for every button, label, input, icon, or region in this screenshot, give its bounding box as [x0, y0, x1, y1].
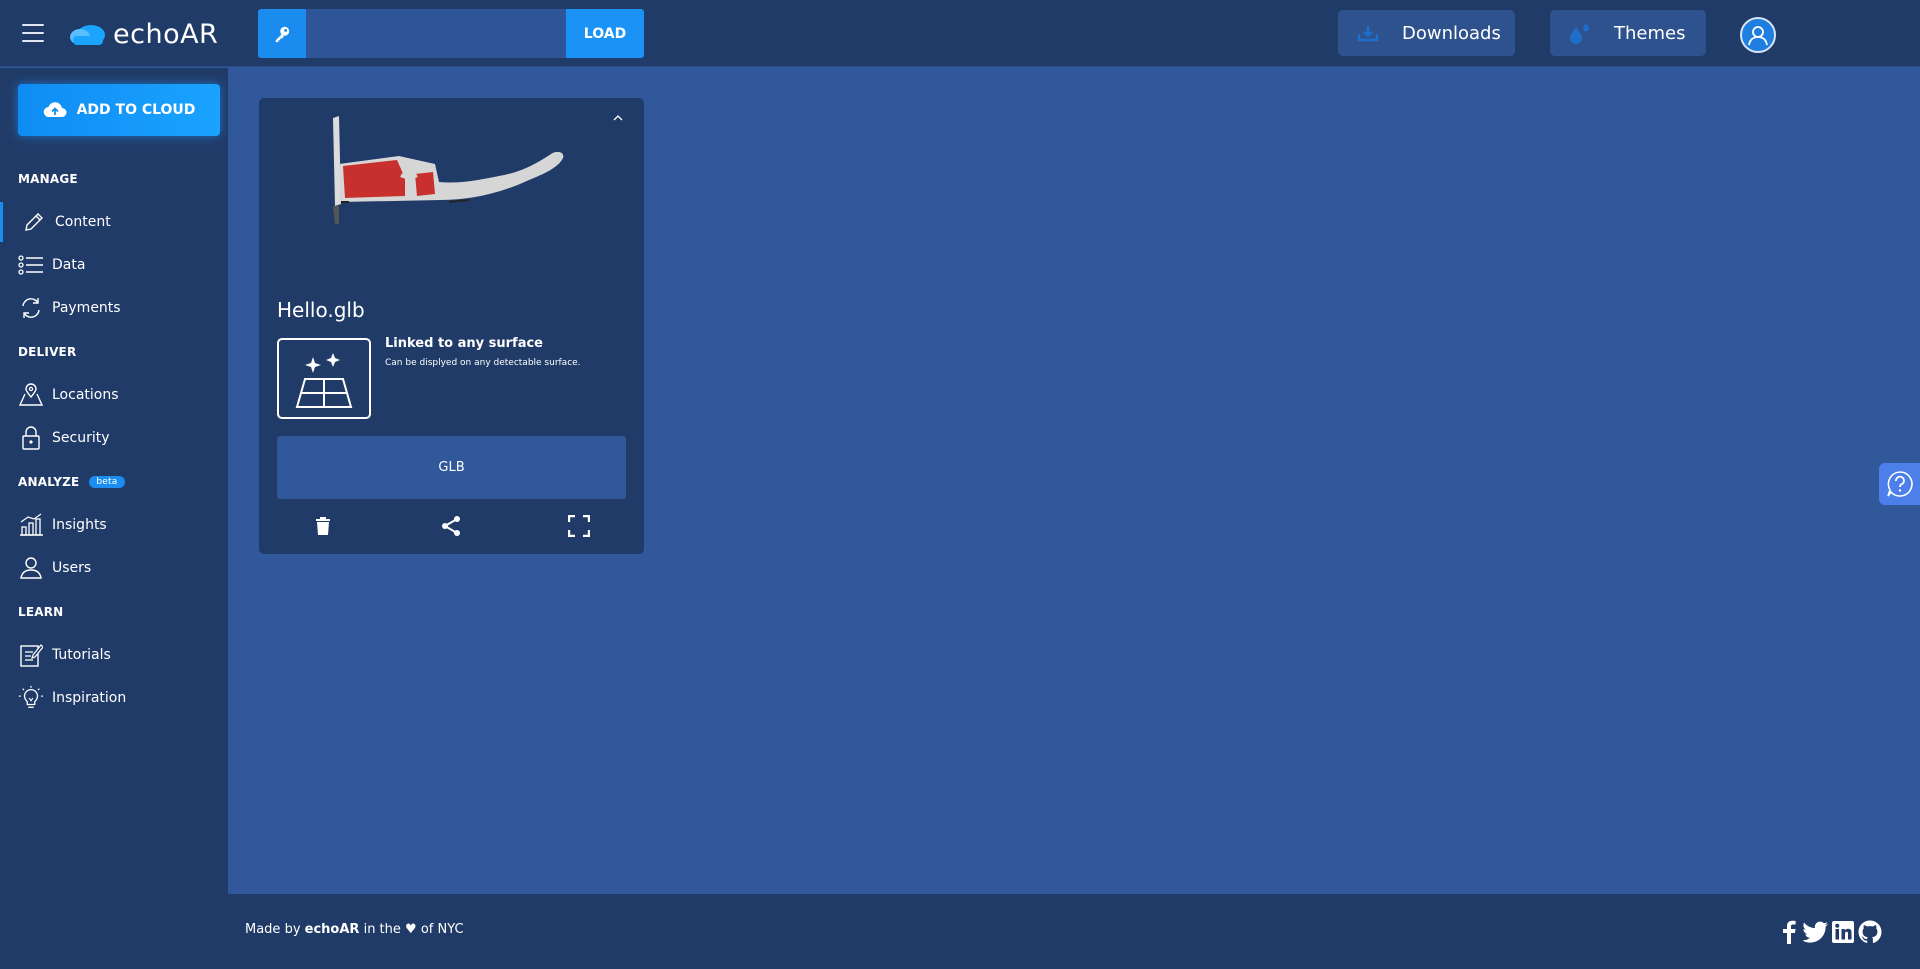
notebook-edit-icon — [18, 642, 44, 668]
downloads-button[interactable]: Downloads — [1338, 10, 1515, 56]
github-icon[interactable] — [1856, 918, 1884, 946]
footer-brand[interactable]: echoAR — [305, 922, 360, 937]
footer-made-by: Made by — [245, 922, 301, 937]
list-icon — [18, 252, 44, 278]
api-key-input[interactable] — [306, 9, 566, 58]
sidebar-item-label: Payments — [52, 300, 121, 316]
sidebar-item-label: Content — [55, 214, 111, 230]
paint-drops-icon — [1560, 21, 1600, 45]
add-to-cloud-label: ADD TO CLOUD — [76, 102, 196, 118]
themes-button[interactable]: Themes — [1550, 10, 1706, 56]
section-deliver: DELIVER — [18, 345, 77, 359]
sidebar-item-content[interactable]: Content — [0, 202, 228, 242]
share-icon[interactable] — [439, 514, 463, 538]
footer-credit: Made by echoAR in the ♥ of NYC — [245, 922, 464, 937]
chevron-up-icon[interactable] — [610, 112, 626, 124]
section-analyze-label: ANALYZE — [18, 475, 80, 489]
sidebar-item-tutorials[interactable]: Tutorials — [0, 635, 228, 675]
sidebar-item-insights[interactable]: Insights — [0, 505, 228, 545]
load-button[interactable]: LOAD — [566, 9, 644, 58]
format-glb-button[interactable]: GLB — [277, 436, 626, 499]
content-card: Hello.glb Linked to any surface Can be d… — [259, 98, 644, 554]
trash-icon[interactable] — [311, 514, 335, 538]
sidebar-item-locations[interactable]: Locations — [0, 375, 228, 415]
cloud-logo-icon — [70, 25, 105, 45]
themes-label: Themes — [1614, 22, 1686, 44]
file-name: Hello.glb — [277, 298, 365, 322]
user-avatar-icon[interactable] — [1740, 17, 1776, 53]
brand-name: echoAR — [113, 18, 219, 50]
surface-description: Can be displyed on any detectable surfac… — [385, 358, 581, 368]
map-pin-icon — [18, 382, 44, 408]
api-key-group: LOAD — [258, 9, 644, 58]
sidebar-item-data[interactable]: Data — [0, 245, 228, 285]
fullscreen-icon[interactable] — [567, 514, 591, 538]
heart-icon: ♥ — [405, 922, 417, 937]
surface-anchor-icon — [277, 338, 371, 419]
key-icon — [258, 9, 306, 58]
sidebar-item-label: Locations — [52, 387, 119, 403]
section-manage: MANAGE — [18, 172, 78, 186]
help-icon[interactable] — [1879, 463, 1920, 505]
add-to-cloud-button[interactable]: ADD TO CLOUD — [18, 84, 220, 136]
echoar-logo[interactable]: echoAR — [69, 16, 218, 52]
sidebar-item-security[interactable]: Security — [0, 418, 228, 458]
sidebar-item-payments[interactable]: Payments — [0, 288, 228, 328]
hamburger-menu-icon[interactable] — [22, 24, 46, 44]
downloads-label: Downloads — [1402, 22, 1501, 44]
surface-title: Linked to any surface — [385, 336, 543, 351]
bar-chart-icon — [18, 512, 44, 538]
sidebar-item-label: Users — [52, 560, 92, 576]
linkedin-icon[interactable] — [1829, 918, 1857, 946]
lock-icon — [18, 425, 44, 451]
sidebar-item-label: Tutorials — [52, 647, 111, 663]
sidebar-item-label: Insights — [52, 517, 107, 533]
section-learn: LEARN — [18, 605, 64, 619]
sidebar-item-label: Data — [52, 257, 86, 273]
sidebar-item-inspiration[interactable]: Inspiration — [0, 678, 228, 718]
twitter-icon[interactable] — [1802, 918, 1830, 946]
download-icon — [1348, 24, 1388, 42]
sidebar: ADD TO CLOUD MANAGE Content Data Payment… — [0, 68, 228, 969]
beta-badge: beta — [89, 476, 125, 488]
footer-in-the: in the — [363, 922, 401, 937]
facebook-icon[interactable] — [1775, 918, 1803, 946]
sidebar-item-users[interactable]: Users — [0, 548, 228, 588]
pencil-icon — [21, 209, 47, 235]
section-analyze: ANALYZE beta — [18, 475, 125, 489]
sidebar-item-label: Inspiration — [52, 690, 127, 706]
cloud-upload-icon — [43, 101, 67, 119]
top-header: echoAR LOAD Downloads Themes — [0, 0, 1920, 67]
lightbulb-icon — [18, 685, 44, 711]
refresh-icon — [18, 295, 44, 321]
sidebar-item-label: Security — [52, 430, 110, 446]
footer: Made by echoAR in the ♥ of NYC — [228, 894, 1920, 969]
user-icon — [18, 555, 44, 581]
model-preview-image[interactable] — [319, 114, 579, 264]
footer-of-nyc: of NYC — [420, 922, 464, 937]
